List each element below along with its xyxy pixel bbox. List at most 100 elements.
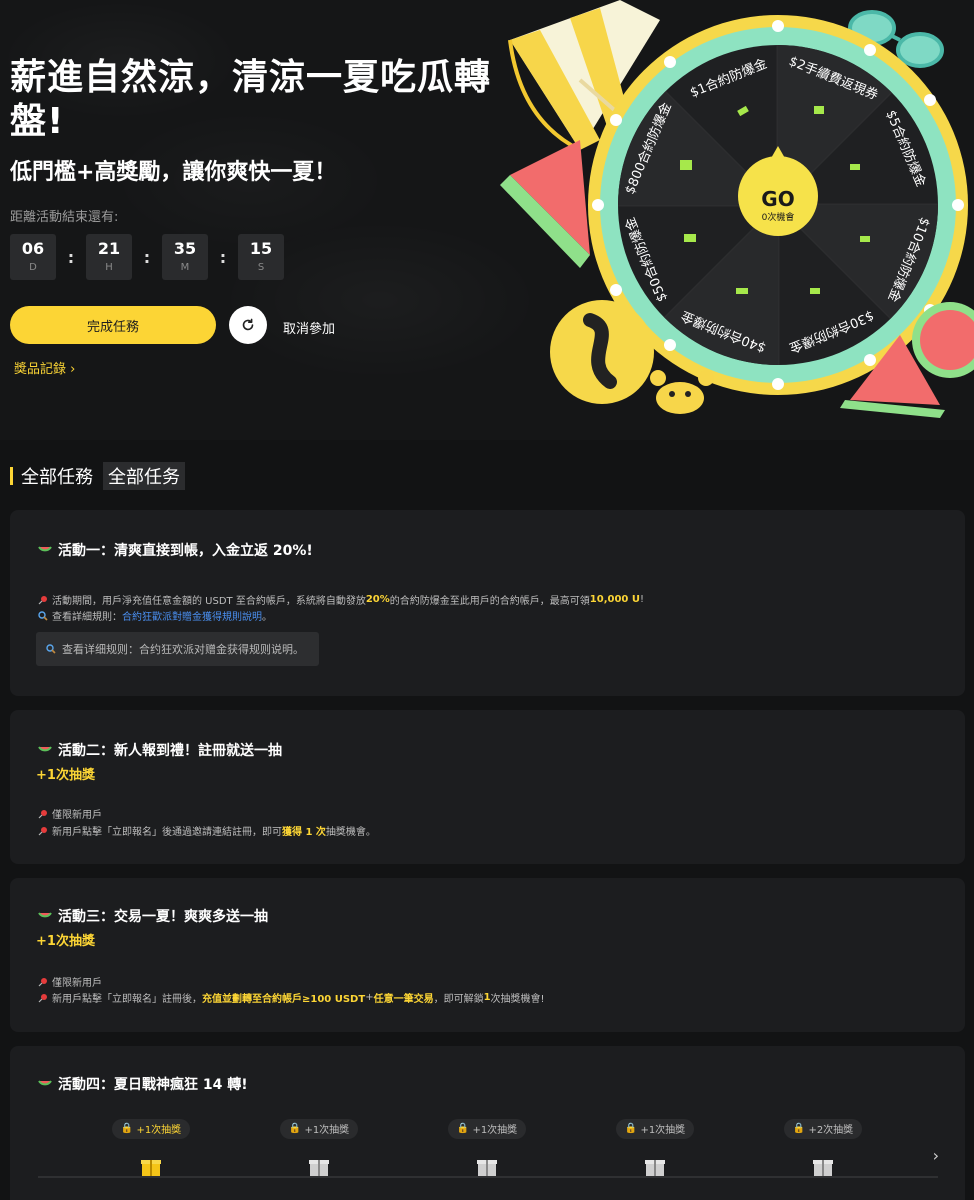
hero-title: 薪進自然涼，清涼一夏吃瓜轉盤! [10, 57, 492, 142]
activity-note: 僅限新用戶 [38, 806, 102, 821]
countdown-separator: : [219, 247, 227, 267]
note-text: 僅限新用戶 [52, 810, 102, 821]
milestone-label: +1次抽獎 [136, 1125, 182, 1136]
prize-records-link[interactable]: 獎品記錄 › [14, 358, 75, 377]
refresh-icon [242, 318, 254, 331]
watermelon-icon [38, 1080, 52, 1086]
gift-icon [813, 1159, 833, 1176]
gift-icon [477, 1159, 497, 1176]
hero-subtitle: 低門檻+高獎勵，讓你爽快一夏！ [10, 160, 337, 185]
activity-note: 新用戶點擊「立即報名」後通過邀請連結註冊，即可 獲得 1 次抽獎機會。 [38, 823, 376, 838]
activity-card-1: 活動一：清爽直接到帳，入金立返 20%! 活動期間，用戶淨充值任意金額的 USD… [10, 510, 965, 696]
wheel-go-label: GO [761, 187, 794, 211]
countdown-seconds-unit: S [257, 262, 265, 273]
countdown-minutes-unit: M [180, 262, 190, 273]
milestone-step-3[interactable]: 🔒 +1次抽獎 [442, 1116, 532, 1177]
countdown-seconds-value: 15 [249, 239, 273, 258]
watermelon-icon [500, 140, 590, 268]
gift-icon [141, 1159, 161, 1176]
note-text: + [365, 992, 374, 1003]
gift-icon [645, 1159, 665, 1176]
countdown-seconds: 15 S [238, 234, 284, 280]
note-text: 查看詳細規則： [52, 612, 122, 623]
crab-icon [650, 370, 714, 414]
milestone-step-1[interactable]: 🔒 +1次抽獎 [106, 1116, 196, 1177]
countdown-separator: : [143, 247, 151, 267]
activity-title: 活動二：新人報到禮！註冊就送一抽 [38, 740, 282, 760]
activity-card-2: 活動二：新人報到禮！註冊就送一抽 +1次抽獎 僅限新用戶 新用戶點擊「立即報名」… [10, 710, 965, 864]
milestone-label: +2次抽獎 [808, 1125, 854, 1136]
countdown-minutes-value: 35 [173, 239, 197, 258]
activity-title: 活動一：清爽直接到帳，入金立返 20%! [38, 540, 313, 560]
countdown-separator: : [67, 247, 75, 267]
countdown-hours-unit: H [105, 262, 113, 273]
note-text: 。 [262, 612, 272, 623]
section-tag: 全部任务 [103, 462, 185, 490]
reward-label: +1次抽獎 [36, 768, 95, 783]
magnifier-icon [46, 644, 56, 654]
activity-note: 查看詳細規則： 合約狂歡派對贈金獲得規則說明。 [38, 608, 272, 623]
pushpin-icon [38, 993, 47, 1002]
complete-task-button[interactable]: 完成任務 [10, 306, 216, 344]
milestone-chip: 🔒 +1次抽獎 [447, 1118, 527, 1139]
activity-note: 活動期間，用戶淨充值任意金額的 USDT 至合約帳戶，系統將自動發放 20% 的… [38, 592, 644, 607]
countdown-hours-value: 21 [97, 239, 121, 258]
activity-note: 僅限新用戶 [38, 974, 102, 989]
activity-title-text: 活動三：交易一夏！爽爽多送一抽 [58, 909, 268, 925]
rules-callout: 查看详细规则：合约狂欢派对赠金获得规则说明。 [36, 632, 319, 666]
countdown-days: 06 D [10, 234, 56, 280]
hero-banner: 薪進自然涼，清涼一夏吃瓜轉盤! 低門檻+高獎勵，讓你爽快一夏！ 距離活動結束還有… [0, 0, 974, 440]
rules-link[interactable]: 合約狂歡派對贈金獲得規則說明 [122, 608, 262, 623]
prize-wheel-illustration: $1合約防爆金 $2手續費返現券 $5合約防爆金 $10合約防爆金 $30合約防… [500, 0, 974, 418]
refresh-button[interactable] [229, 306, 267, 344]
next-arrow-button[interactable]: › [933, 1146, 939, 1165]
note-text: 的合約防爆金至此用戶的合約帳戶，最高可領 [389, 596, 590, 607]
watermelon-icon [38, 912, 52, 918]
countdown-days-value: 06 [21, 239, 45, 258]
note-highlight: 充值並劃轉至合約帳戶≥100 USDT [202, 994, 366, 1005]
pushpin-icon [38, 809, 47, 818]
activity-card-4: 活動四：夏日戰神瘋狂 14 轉! 🔒 +1次抽獎 🔒 +1次抽獎 🔒 +1次抽獎… [10, 1046, 965, 1200]
activity-note: 新用戶點擊「立即報名」註冊後， 充值並劃轉至合約帳戶≥100 USDT + 任意一… [38, 990, 545, 1005]
countdown-minutes: 35 M [162, 234, 208, 280]
note-highlight: 任意一筆交易 [373, 994, 434, 1005]
note-text: 次抽獎機會! [490, 994, 545, 1005]
milestone-steps: 🔒 +1次抽獎 🔒 +1次抽獎 🔒 +1次抽獎 🔒 +1次抽獎 🔒 +2次抽獎 … [10, 1116, 965, 1200]
milestone-chip: 🔒 +1次抽獎 [111, 1118, 191, 1139]
milestone-label: +1次抽獎 [304, 1125, 350, 1136]
activity-title-text: 活動二：新人報到禮！註冊就送一抽 [58, 743, 282, 759]
countdown-days-unit: D [29, 262, 37, 273]
note-text: 活動期間，用戶淨充值任意金額的 USDT 至合約帳戶，系統將自動發放 [52, 596, 366, 607]
gift-icon [309, 1159, 329, 1176]
pushpin-icon [38, 595, 47, 604]
activity-title: 活動三：交易一夏！爽爽多送一抽 [38, 906, 268, 926]
rules-callout-text: 查看详细规则：合约狂欢派对赠金获得规则说明。 [62, 643, 304, 656]
watermelon-icon [38, 546, 52, 552]
reward-label: +1次抽獎 [36, 934, 95, 949]
milestone-chip: 🔒 +2次抽獎 [783, 1118, 863, 1139]
note-text: 抽獎機會。 [325, 827, 376, 838]
wheel-chances-label: 0次機會 [762, 211, 795, 223]
milestone-chip: 🔒 +1次抽獎 [615, 1118, 695, 1139]
note-highlight: 1 [483, 992, 491, 1003]
milestone-progress-track [38, 1176, 938, 1178]
note-highlight: 10,000 U [589, 594, 640, 605]
section-header: 全部任務 全部任务 [10, 462, 185, 490]
activity-title-text: 活動四：夏日戰神瘋狂 14 轉! [58, 1077, 248, 1093]
note-text: ! [639, 594, 644, 605]
activity-title-text: 活動一：清爽直接到帳，入金立返 20%! [58, 543, 313, 559]
milestone-label: +1次抽獎 [640, 1125, 686, 1136]
milestone-step-4[interactable]: 🔒 +1次抽獎 [610, 1116, 700, 1177]
countdown-timer: 06 D : 21 H : 35 M : 15 S [10, 234, 284, 280]
watermelon-icon [38, 746, 52, 752]
pushpin-icon [38, 826, 47, 835]
milestone-step-2[interactable]: 🔒 +1次抽獎 [274, 1116, 364, 1177]
note-text: ，即可解鎖 [433, 994, 484, 1005]
cancel-participation-link[interactable]: 取消參加 [283, 318, 335, 337]
magnifier-icon [38, 610, 48, 621]
countdown-hours: 21 H [86, 234, 132, 280]
pushpin-icon [38, 977, 47, 986]
milestone-step-5[interactable]: 🔒 +2次抽獎 [778, 1116, 868, 1177]
milestone-chip: 🔒 +1次抽獎 [279, 1118, 359, 1139]
milestone-label: +1次抽獎 [472, 1125, 518, 1136]
